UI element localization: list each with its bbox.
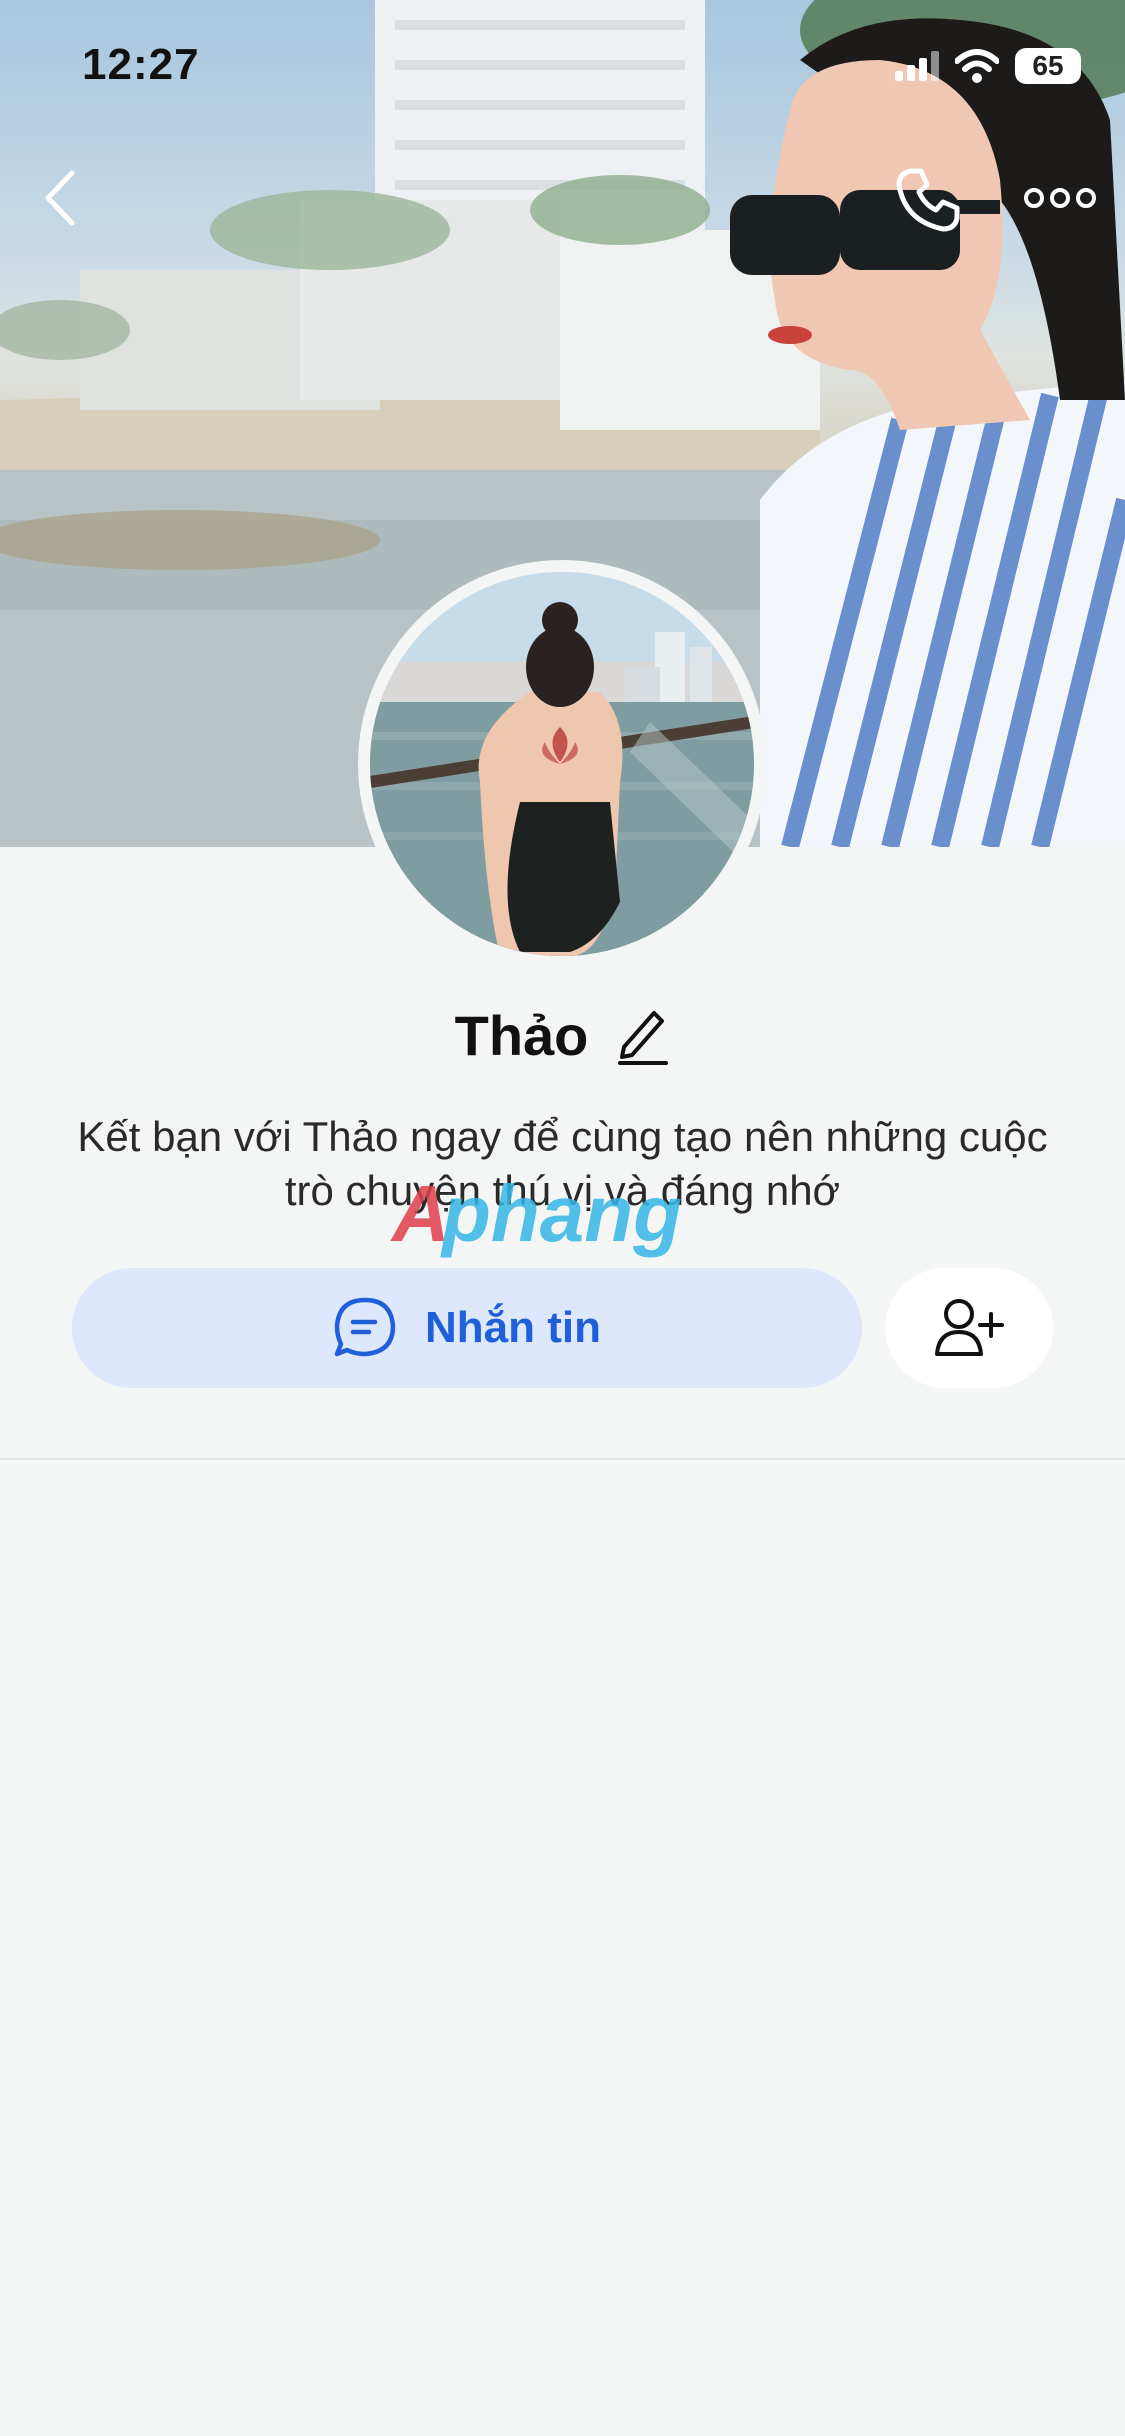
status-time: 12:27 — [82, 40, 200, 89]
wifi-icon — [955, 49, 999, 83]
name-row: Thảo — [0, 995, 1125, 1075]
edit-pencil-icon[interactable] — [614, 1003, 670, 1067]
more-icon[interactable] — [1022, 180, 1098, 216]
avatar[interactable] — [370, 572, 754, 956]
add-friend-icon — [935, 1299, 1004, 1356]
profile-screen: 12:27 65 Thảo Kết bạn với Thảo ngay để c… — [0, 0, 1125, 2436]
phone-icon[interactable] — [893, 165, 963, 235]
content-area — [0, 1460, 1125, 2436]
message-button[interactable]: Nhắn tin — [72, 1268, 862, 1388]
back-icon[interactable] — [36, 165, 86, 231]
profile-name: Thảo — [454, 1003, 589, 1067]
add-friend-button[interactable] — [885, 1268, 1053, 1388]
svg-text:A: A — [390, 1169, 450, 1258]
watermark-logo: A phang — [390, 1169, 682, 1258]
message-button-label: Nhắn tin — [425, 1303, 601, 1352]
avatar-photo — [370, 572, 754, 956]
signal-icon — [895, 51, 939, 81]
chat-icon — [334, 1297, 396, 1357]
svg-text:phang: phang — [440, 1169, 682, 1258]
avatar-ring — [358, 560, 766, 968]
battery-icon: 65 — [1015, 48, 1081, 84]
status-icons: 65 — [895, 48, 1081, 84]
